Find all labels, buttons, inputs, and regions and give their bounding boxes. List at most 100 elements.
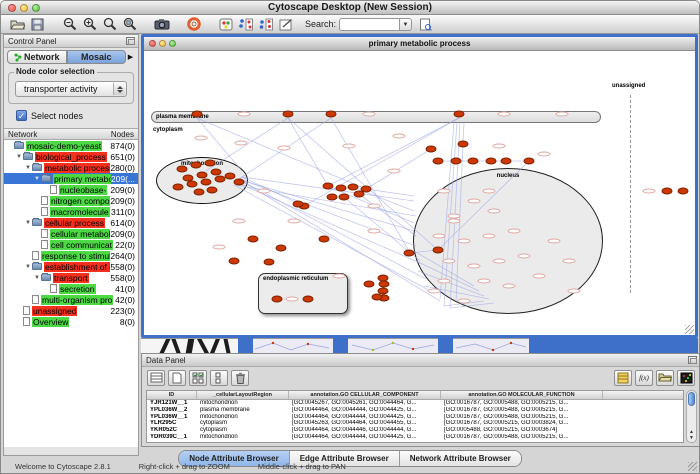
frame-resize-grip[interactable] — [685, 325, 694, 334]
expand-arrow-icon[interactable]: ▼ — [15, 154, 23, 160]
table-scrollbar[interactable]: ▲▼ — [686, 390, 697, 443]
network-node[interactable] — [524, 158, 535, 165]
node-label-oval[interactable] — [478, 279, 491, 284]
scrollbar-thumb[interactable] — [688, 392, 695, 406]
node-label-oval[interactable] — [393, 134, 406, 139]
network-node[interactable] — [361, 186, 372, 193]
tree-item[interactable]: cellular metabol209(0) — [4, 228, 138, 239]
close-button[interactable] — [8, 4, 16, 12]
node-label-oval[interactable] — [458, 299, 471, 304]
tree-item[interactable]: mosaic-demo-yeast874(0) — [4, 140, 138, 151]
network-node[interactable] — [426, 146, 437, 153]
network-node[interactable] — [339, 194, 350, 201]
frame-minimize-button[interactable] — [159, 40, 166, 47]
network-node[interactable] — [192, 111, 203, 118]
node-label-oval[interactable] — [503, 284, 516, 289]
network-node[interactable] — [319, 236, 330, 243]
network-node[interactable] — [194, 189, 205, 196]
column-header[interactable]: _cellularLayoutRegion — [197, 391, 289, 399]
zoom-out-icon[interactable] — [61, 16, 78, 32]
tab-mosaic[interactable]: Mosaic — [67, 50, 127, 64]
network-window-preview[interactable] — [253, 338, 333, 353]
scroll-down-icon[interactable]: ▼ — [689, 435, 694, 441]
node-label-oval[interactable] — [368, 204, 381, 209]
node-label-oval[interactable] — [498, 112, 511, 117]
node-label-oval[interactable] — [563, 259, 576, 264]
network-node[interactable] — [348, 184, 359, 191]
node-label-oval[interactable] — [438, 279, 451, 284]
snapshot-camera-icon[interactable] — [153, 16, 170, 32]
network-node[interactable] — [364, 281, 375, 288]
search-input[interactable] — [339, 18, 399, 31]
attribute-table-icon[interactable] — [147, 370, 165, 386]
network-node[interactable] — [187, 181, 198, 188]
tree-item[interactable]: ▼primary metabo209(... — [4, 173, 138, 184]
node-label-oval[interactable] — [468, 199, 481, 204]
node-label-oval[interactable] — [568, 289, 581, 294]
function-builder-icon[interactable]: f(x) — [635, 370, 653, 386]
tree-item[interactable]: ▼establishment of lo558(0) — [4, 261, 138, 272]
select-attributes-icon[interactable] — [189, 370, 207, 386]
zoom-fit-icon[interactable] — [101, 16, 118, 32]
network-node[interactable] — [468, 158, 479, 165]
node-label-oval[interactable] — [488, 209, 501, 214]
network-node[interactable] — [454, 111, 465, 118]
node-label-oval[interactable] — [438, 189, 451, 194]
node-label-oval[interactable] — [468, 264, 481, 269]
zoom-window-button[interactable] — [32, 4, 40, 12]
window-border[interactable] — [438, 338, 453, 353]
node-label-oval[interactable] — [343, 144, 356, 149]
vizmapper-icon[interactable] — [217, 16, 234, 32]
node-label-oval[interactable] — [258, 189, 271, 194]
node-label-oval[interactable] — [288, 219, 301, 224]
node-label-oval[interactable] — [458, 239, 471, 244]
tree-item[interactable]: nucleobase-209(0) — [4, 184, 138, 195]
node-label-oval[interactable] — [286, 297, 299, 302]
node-label-oval[interactable] — [238, 112, 251, 117]
network-node[interactable] — [678, 188, 689, 195]
heatmap-icon[interactable] — [677, 370, 695, 386]
frame-close-button[interactable] — [149, 40, 156, 47]
node-label-oval[interactable] — [448, 219, 461, 224]
tree-item[interactable]: unassigned223(0) — [4, 305, 138, 316]
node-label-oval[interactable] — [548, 239, 561, 244]
logo-window-preview[interactable] — [141, 338, 238, 353]
tab-network[interactable]: Network — [7, 50, 67, 64]
zoom-selected-icon[interactable] — [121, 16, 138, 32]
network-node[interactable] — [303, 296, 314, 303]
network-node[interactable] — [225, 173, 236, 180]
tree-item[interactable]: cell communicat22(0) — [4, 239, 138, 250]
minimize-button[interactable] — [20, 4, 28, 12]
node-label-oval[interactable] — [493, 144, 506, 149]
node-label-oval[interactable] — [428, 289, 441, 294]
float-panel-icon[interactable] — [688, 356, 697, 364]
tree-item[interactable]: Overview8(0) — [4, 316, 138, 327]
network-node[interactable] — [197, 172, 208, 179]
network-canvas[interactable]: plasma membrane cytoplasm mitochondrion … — [144, 51, 695, 335]
app-titlebar[interactable]: Cytoscape Desktop (New Session) — [1, 1, 699, 15]
open-session-button[interactable] — [9, 16, 26, 32]
scrollbar-arrows[interactable]: ▲▼ — [687, 429, 696, 441]
delete-attribute-trash-icon[interactable] — [231, 370, 249, 386]
table-row[interactable]: YPL036W__2plasma membrane[GO:0044464, GO… — [147, 407, 683, 414]
network-node[interactable] — [662, 188, 673, 195]
network-node[interactable] — [433, 247, 444, 254]
network-node[interactable] — [211, 169, 222, 176]
help-lifebuoy-icon[interactable] — [185, 16, 202, 32]
data-panel-header[interactable]: Data Panel — [142, 354, 700, 367]
window-border[interactable] — [333, 338, 348, 353]
node-label-oval[interactable] — [508, 229, 521, 234]
node-label-oval[interactable] — [213, 245, 226, 250]
node-label-oval[interactable] — [233, 219, 246, 224]
table-row[interactable]: YLR295Ccytoplasm[GO:0045263, GO:0044464,… — [147, 420, 683, 427]
node-label-oval[interactable] — [533, 274, 546, 279]
attribute-matrix-icon[interactable] — [614, 370, 632, 386]
save-session-button[interactable] — [29, 16, 46, 32]
network-node[interactable] — [283, 111, 294, 118]
network-node[interactable] — [264, 259, 275, 266]
node-label-oval[interactable] — [443, 259, 456, 264]
network-node[interactable] — [336, 185, 347, 192]
network-node[interactable] — [327, 194, 338, 201]
tab-overflow-arrow-icon[interactable]: ▶ — [126, 53, 135, 61]
new-attribute-icon[interactable] — [168, 370, 186, 386]
